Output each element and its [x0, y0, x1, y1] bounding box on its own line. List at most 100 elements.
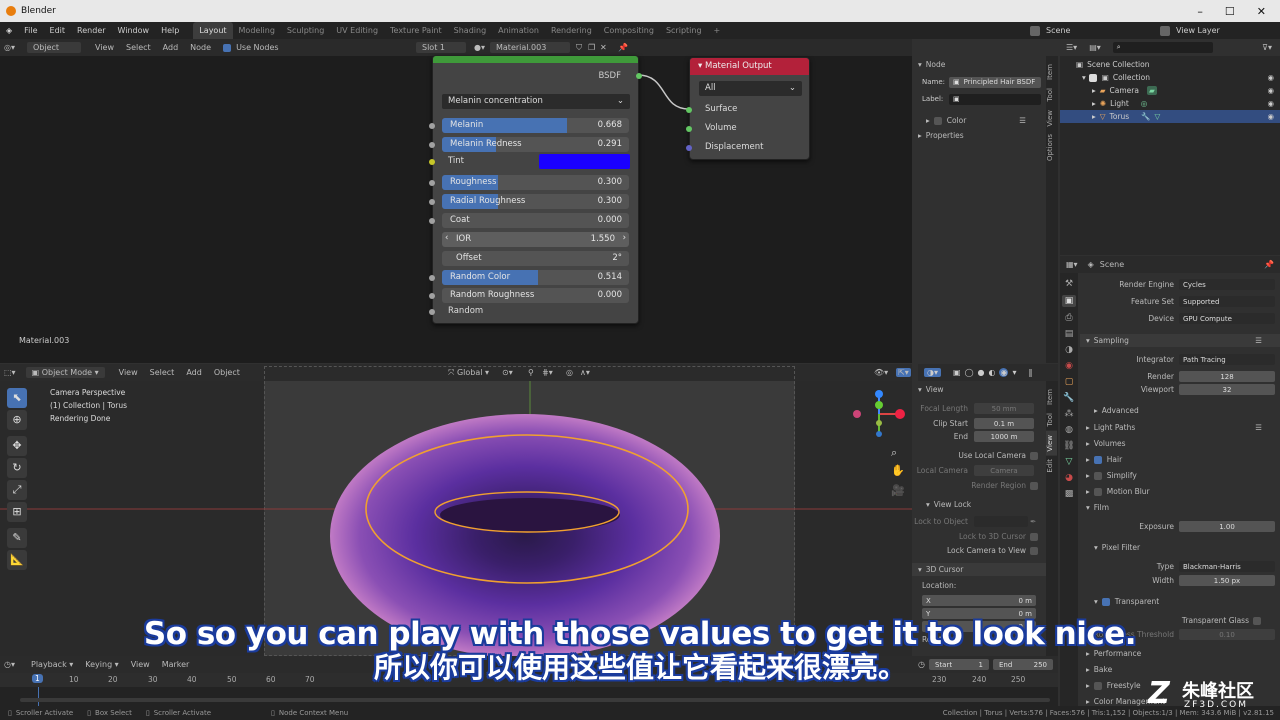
exposure-field[interactable]: 1.00 [1179, 521, 1275, 532]
tab-tool[interactable]: Tool [1046, 84, 1057, 106]
advanced-subpanel[interactable]: ▸ Advanced [1080, 404, 1280, 417]
collapse-arrow-icon[interactable]: ▾ [698, 61, 702, 71]
input-socket[interactable] [429, 199, 435, 205]
outliner-row-light[interactable]: ▸ ✺ Light ◎ ◉ [1060, 97, 1280, 110]
filter-icon[interactable]: ⊽▾ [1262, 43, 1272, 52]
modifier-tab-icon[interactable]: 🔧 [1063, 393, 1074, 403]
select-box-tool-icon[interactable]: ⬉ [7, 388, 27, 408]
blender-menu-icon[interactable]: ◈ [6, 26, 12, 35]
annotate-tool-icon[interactable]: ✎ [7, 528, 27, 548]
hair-field-coat[interactable]: Coat 0.000 [442, 213, 629, 228]
render-samples-field[interactable]: 128 [1179, 371, 1275, 382]
node-editor[interactable]: ◎▾ Object View Select Add Node Use Nodes… [0, 39, 912, 363]
tab-item[interactable]: Item [1046, 385, 1057, 409]
tab-shading[interactable]: Shading [448, 22, 493, 39]
input-socket[interactable] [429, 142, 435, 148]
expand-arrow-icon[interactable]: ▾ [918, 385, 922, 394]
constraints-tab-icon[interactable]: ⛓ [1063, 441, 1074, 451]
list-icon[interactable]: ☰ [1019, 116, 1026, 125]
sampling-panel-header[interactable]: ▾ Sampling ☰ [1080, 334, 1280, 347]
eyedropper-icon[interactable]: ✒ [1030, 517, 1036, 526]
volumes-panel[interactable]: ▸ Volumes [1080, 437, 1280, 450]
tab-scripting[interactable]: Scripting [660, 22, 708, 39]
wireframe-shading-icon[interactable]: ◯ [965, 368, 974, 377]
tool-tab-icon[interactable]: ⚒ [1065, 279, 1073, 289]
rendered-shading-icon[interactable]: ◉ [999, 368, 1009, 377]
hair-field-random-roughness[interactable]: Random Roughness 0.000 [442, 288, 629, 303]
feature-set-dropdown[interactable]: Supported [1179, 296, 1275, 307]
outliner-search-input[interactable]: ⌕ [1112, 42, 1213, 53]
minimize-icon[interactable]: – [1197, 5, 1203, 18]
material-tab-icon[interactable]: ◕ [1065, 473, 1073, 483]
sidebar-toggle-icon[interactable]: ‖ [1028, 368, 1032, 377]
measure-tool-icon[interactable]: 📐 [7, 550, 27, 570]
tab-edit[interactable]: Edit [1046, 455, 1057, 477]
integrator-dropdown[interactable]: Path Tracing [1179, 354, 1275, 365]
volume-socket[interactable] [686, 126, 692, 132]
properties-type-icon[interactable]: ▦▾ [1066, 260, 1078, 269]
use-local-camera-checkbox[interactable] [1030, 451, 1038, 460]
tab-sculpting[interactable]: Sculpting [281, 22, 330, 39]
object-tab-icon[interactable]: ▢ [1065, 377, 1074, 387]
texture-tab-icon[interactable]: ▩ [1065, 489, 1074, 499]
visibility-eye-icon[interactable]: ◉ [1267, 112, 1274, 121]
hair-field-ior[interactable]: IOR 1.550 ‹ › [442, 232, 629, 247]
collection-checkbox[interactable] [1088, 73, 1097, 82]
simplify-checkbox[interactable] [1093, 471, 1102, 480]
transparent-checkbox[interactable] [1101, 597, 1110, 606]
film-panel[interactable]: ▾ Film [1080, 501, 1280, 514]
device-dropdown[interactable]: GPU Compute [1179, 313, 1275, 324]
outliner-row-collection[interactable]: ▾ ▣ Collection ◉ [1060, 71, 1280, 84]
motion-blur-checkbox[interactable] [1093, 487, 1102, 496]
navigation-gizmo[interactable] [850, 389, 910, 469]
filter-width-field[interactable]: 1.50 px [1179, 575, 1275, 586]
transparent-subpanel[interactable]: ▾ Transparent [1080, 595, 1280, 608]
viewport-samples-field[interactable]: 32 [1179, 384, 1275, 395]
tab-animation[interactable]: Animation [492, 22, 545, 39]
camera-data-icon[interactable]: ▰ [1146, 86, 1157, 95]
mesh-data-icon[interactable]: ▽ [1155, 112, 1161, 121]
input-socket[interactable] [429, 218, 435, 224]
3d-cursor-title[interactable]: 3D Cursor [926, 565, 964, 574]
maximize-icon[interactable]: ☐ [1225, 5, 1235, 18]
particles-tab-icon[interactable]: ⁂ [1065, 409, 1074, 419]
expand-arrow-icon[interactable]: ▸ [1092, 99, 1096, 108]
tint-socket[interactable] [429, 159, 435, 165]
light-paths-panel[interactable]: ▸ Light Paths ☰ [1080, 421, 1280, 434]
lock-camera-checkbox[interactable] [1030, 546, 1038, 555]
physics-tab-icon[interactable]: ◍ [1065, 425, 1073, 435]
scene-name[interactable]: Scene [1046, 26, 1070, 35]
list-icon[interactable]: ☰ [1255, 423, 1262, 432]
data-tab-icon[interactable]: ▽ [1066, 457, 1073, 467]
pan-hand-icon[interactable]: ✋ [891, 464, 905, 477]
3d-viewport[interactable]: ⬚▾ ▣ Object Mode ▾ View Select Add Objec… [0, 364, 912, 656]
tab-modeling[interactable]: Modeling [233, 22, 281, 39]
color-checkbox[interactable] [933, 116, 942, 125]
move-tool-icon[interactable]: ✥ [7, 436, 27, 456]
expand-arrow-icon[interactable]: ▾ [1082, 73, 1086, 82]
local-camera-field[interactable]: Camera [974, 465, 1034, 476]
hair-field-melanin[interactable]: Melanin 0.668 [442, 118, 629, 133]
color-arrow-icon[interactable]: ▸ [926, 116, 930, 125]
focal-length-field[interactable]: 50 mm [974, 403, 1034, 414]
tab-view[interactable]: View [1046, 106, 1057, 131]
simplify-panel[interactable]: ▸ Simplify [1080, 469, 1280, 482]
input-socket[interactable] [429, 123, 435, 129]
bsdf-output-socket[interactable] [636, 73, 642, 79]
tab-rendering[interactable]: Rendering [545, 22, 598, 39]
lock-cursor-checkbox[interactable] [1030, 532, 1038, 541]
hair-field-melanin-redness[interactable]: Melanin Redness 0.291 [442, 137, 629, 152]
tab-texture-paint[interactable]: Texture Paint [384, 22, 448, 39]
output-tab-icon[interactable]: ⎙ [1065, 313, 1072, 323]
tab-compositing[interactable]: Compositing [598, 22, 660, 39]
filter-type-dropdown[interactable]: Blackman-Harris [1179, 561, 1275, 572]
shading-options-icon[interactable]: ▾ [1012, 368, 1016, 377]
render-region-checkbox[interactable] [1030, 481, 1038, 490]
view-layer-name[interactable]: View Layer [1176, 26, 1220, 35]
principled-hair-node[interactable]: BSDF Melanin concentration ⌄ Melanin 0.66… [429, 55, 642, 324]
increment-arrow-icon[interactable]: › [623, 233, 626, 243]
material-shading-icon[interactable]: ◐ [989, 368, 996, 377]
input-socket[interactable] [429, 293, 435, 299]
camera-view-icon[interactable]: 🎥 [891, 484, 905, 497]
material-output-node[interactable]: ▾ Material Output All ⌄ Surface Volume D… [686, 57, 810, 160]
